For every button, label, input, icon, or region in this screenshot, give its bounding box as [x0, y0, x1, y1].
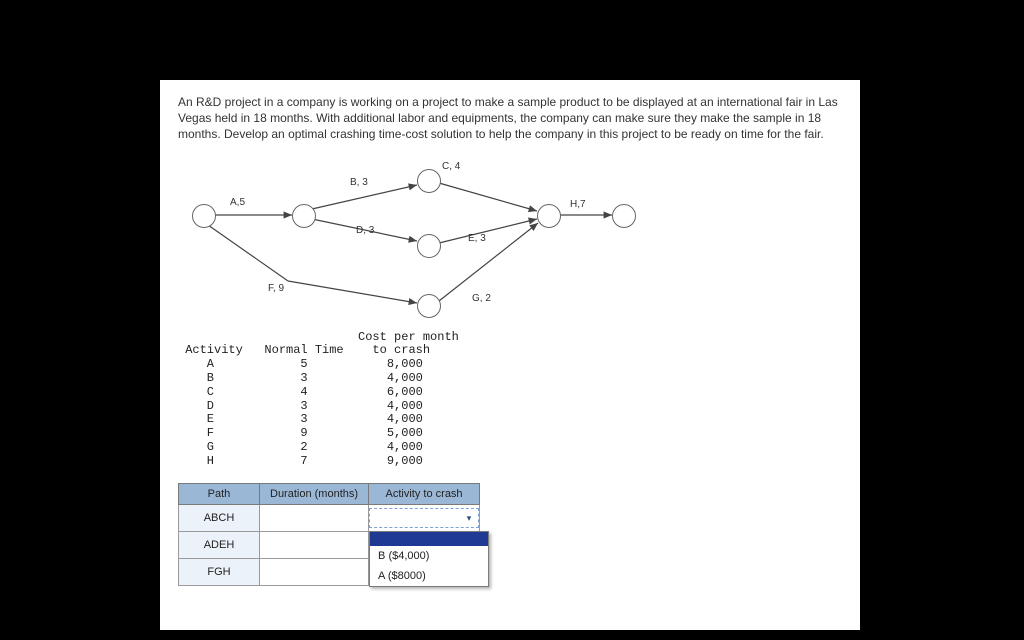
edge-label: G, 2: [472, 293, 491, 304]
problem-statement: An R&D project in a company is working o…: [178, 94, 842, 143]
diagram-node: [192, 204, 216, 228]
edge-label: F, 9: [268, 283, 284, 294]
edge-label: H,7: [570, 199, 586, 210]
table-row: F 9 5,000: [178, 426, 423, 440]
page: An R&D project in a company is working o…: [0, 0, 1024, 640]
table-row: H 7 9,000: [178, 454, 423, 468]
path-cell: FGH: [179, 558, 260, 585]
diagram-node: [417, 234, 441, 258]
network-diagram: A,5 B, 3 C, 4 D, 3 E, 3 F, 9 G, 2 H,7: [178, 155, 658, 325]
diagram-node: [612, 204, 636, 228]
table-row: C 4 6,000: [178, 385, 423, 399]
activity-dropdown[interactable]: ▾ B ($4,000) A ($8000): [369, 508, 479, 528]
duration-cell[interactable]: [260, 504, 369, 531]
edge-label: B, 3: [350, 177, 368, 188]
table-row: A 5 8,000: [178, 357, 423, 371]
table-row: D 3 4,000: [178, 399, 423, 413]
diagram-node: [417, 294, 441, 318]
diagram-node: [417, 169, 441, 193]
activity-table-header: Activity Normal Time to crash: [178, 343, 430, 357]
edge-label: E, 3: [468, 233, 486, 244]
crash-col-header: Activity to crash: [369, 483, 480, 504]
duration-col-header: Duration (months): [260, 483, 369, 504]
duration-cell[interactable]: [260, 558, 369, 585]
path-cell: ABCH: [179, 504, 260, 531]
document-body: An R&D project in a company is working o…: [160, 80, 860, 630]
activity-table-header: Cost per month: [178, 330, 459, 344]
path-col-header: Path: [179, 483, 260, 504]
activity-to-crash-cell[interactable]: ▾ B ($4,000) A ($8000): [369, 504, 480, 531]
path-table: Path Duration (months) Activity to crash…: [178, 483, 480, 586]
duration-cell[interactable]: [260, 531, 369, 558]
dropdown-option[interactable]: A ($8000): [370, 566, 488, 586]
dropdown-option[interactable]: B ($4,000): [370, 546, 488, 566]
chevron-down-icon[interactable]: ▾: [462, 512, 476, 526]
diagram-node: [537, 204, 561, 228]
table-row: G 2 4,000: [178, 440, 423, 454]
path-cell: ADEH: [179, 531, 260, 558]
diagram-node: [292, 204, 316, 228]
edge-label: A,5: [230, 197, 245, 208]
dropdown-header-bar: [370, 532, 488, 546]
table-row: E 3 4,000: [178, 412, 423, 426]
activity-table: Cost per month Activity Normal Time to c…: [178, 331, 842, 469]
table-row: B 3 4,000: [178, 371, 423, 385]
dropdown-panel: B ($4,000) A ($8000): [369, 531, 489, 587]
edge-label: D, 3: [356, 225, 374, 236]
edge-label: C, 4: [442, 161, 460, 172]
